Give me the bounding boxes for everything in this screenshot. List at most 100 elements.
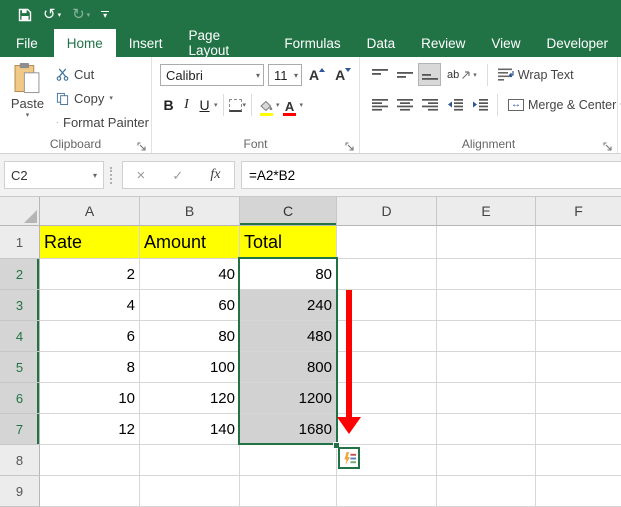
cell-E1[interactable] xyxy=(437,226,536,259)
decrease-font-size-button[interactable]: A xyxy=(332,67,354,83)
fill-color-dropdown-icon[interactable]: ▾ xyxy=(276,101,280,109)
cell-F3[interactable] xyxy=(536,290,621,321)
format-painter-button[interactable]: Format Painter xyxy=(53,110,149,134)
cell-B4[interactable]: 80 xyxy=(140,321,240,352)
cell-E2[interactable] xyxy=(437,259,536,290)
column-header-C[interactable]: C xyxy=(240,197,337,226)
cell-E5[interactable] xyxy=(437,352,536,383)
cell-E8[interactable] xyxy=(437,445,536,476)
cell-A4[interactable]: 6 xyxy=(40,321,140,352)
italic-button[interactable]: I xyxy=(178,94,195,116)
tab-insert[interactable]: Insert xyxy=(116,29,176,57)
cell-A5[interactable]: 8 xyxy=(40,352,140,383)
borders-dropdown-icon[interactable]: ▾ xyxy=(243,101,247,109)
cell-B1[interactable]: Amount xyxy=(140,226,240,259)
font-name-combobox[interactable]: Calibri ▾ xyxy=(160,64,264,86)
cell-F1[interactable] xyxy=(536,226,621,259)
cell-B9[interactable] xyxy=(140,476,240,507)
column-header-D[interactable]: D xyxy=(337,197,437,226)
paste-button[interactable]: Paste ▾ xyxy=(5,61,50,135)
increase-indent-button[interactable] xyxy=(468,93,491,116)
orientation-button[interactable]: ab ▾ xyxy=(443,63,481,86)
cell-D3[interactable] xyxy=(337,290,437,321)
undo-dropdown-icon[interactable]: ▾ xyxy=(58,11,62,19)
cell-F2[interactable] xyxy=(536,259,621,290)
tab-view[interactable]: View xyxy=(478,29,533,57)
save-button[interactable] xyxy=(18,8,32,22)
font-color-dropdown-icon[interactable]: ▾ xyxy=(300,101,304,109)
cell-D4[interactable] xyxy=(337,321,437,352)
name-box-dropdown-icon[interactable]: ▾ xyxy=(93,171,97,180)
cell-D5[interactable] xyxy=(337,352,437,383)
cell-A3[interactable]: 4 xyxy=(40,290,140,321)
insert-function-button[interactable]: fx xyxy=(210,168,220,182)
font-size-dropdown-icon[interactable]: ▾ xyxy=(294,71,298,80)
decrease-indent-button[interactable] xyxy=(443,93,466,116)
tab-review[interactable]: Review xyxy=(408,29,478,57)
tab-home[interactable]: Home xyxy=(53,29,116,57)
customize-quick-access-toolbar-button[interactable]: ▾ xyxy=(101,10,110,19)
font-color-button[interactable]: A xyxy=(281,94,299,116)
cell-C3[interactable]: 240 xyxy=(240,290,337,321)
cancel-button[interactable]: × xyxy=(137,168,146,183)
cell-E9[interactable] xyxy=(437,476,536,507)
cell-E3[interactable] xyxy=(437,290,536,321)
copy-dropdown-icon[interactable]: ▾ xyxy=(109,94,113,102)
cell-C1[interactable]: Total xyxy=(240,226,337,259)
cell-C2[interactable]: 80 xyxy=(240,259,337,290)
borders-button[interactable] xyxy=(228,98,242,112)
align-right-button[interactable] xyxy=(418,93,441,116)
row-header-8[interactable]: 8 xyxy=(0,445,40,476)
cell-B6[interactable]: 120 xyxy=(140,383,240,414)
cell-C5[interactable]: 800 xyxy=(240,352,337,383)
cell-A8[interactable] xyxy=(40,445,140,476)
cell-B3[interactable]: 60 xyxy=(140,290,240,321)
font-name-dropdown-icon[interactable]: ▾ xyxy=(256,71,260,80)
row-header-6[interactable]: 6 xyxy=(0,383,40,414)
column-header-B[interactable]: B xyxy=(140,197,240,226)
bold-button[interactable]: B xyxy=(160,94,177,116)
tab-formulas[interactable]: Formulas xyxy=(271,29,353,57)
cell-A9[interactable] xyxy=(40,476,140,507)
cell-D7[interactable] xyxy=(337,414,437,445)
cell-A6[interactable]: 10 xyxy=(40,383,140,414)
cell-C4[interactable]: 480 xyxy=(240,321,337,352)
top-align-button[interactable] xyxy=(368,63,391,86)
increase-font-size-button[interactable]: A xyxy=(306,67,328,83)
cell-E4[interactable] xyxy=(437,321,536,352)
merge-and-center-button[interactable]: ↔ Merge & Center ▾ xyxy=(508,98,621,112)
cell-F5[interactable] xyxy=(536,352,621,383)
cell-B8[interactable] xyxy=(140,445,240,476)
orientation-dropdown-icon[interactable]: ▾ xyxy=(473,71,477,79)
font-size-combobox[interactable]: 11 ▾ xyxy=(268,64,302,86)
row-header-3[interactable]: 3 xyxy=(0,290,40,321)
row-header-7[interactable]: 7 xyxy=(0,414,40,445)
formula-input[interactable]: =A2*B2 xyxy=(241,161,621,189)
cell-F4[interactable] xyxy=(536,321,621,352)
underline-button[interactable]: U xyxy=(196,94,213,116)
cell-E6[interactable] xyxy=(437,383,536,414)
cell-C7[interactable]: 1680 xyxy=(240,414,337,445)
cell-A2[interactable]: 2 xyxy=(40,259,140,290)
cell-D2[interactable] xyxy=(337,259,437,290)
cell-F9[interactable] xyxy=(536,476,621,507)
cell-A1[interactable]: Rate xyxy=(40,226,140,259)
wrap-text-button[interactable]: Wrap Text xyxy=(497,68,574,82)
cell-B2[interactable]: 40 xyxy=(140,259,240,290)
column-header-E[interactable]: E xyxy=(437,197,536,226)
row-header-4[interactable]: 4 xyxy=(0,321,40,352)
align-left-button[interactable] xyxy=(368,93,391,116)
tab-data[interactable]: Data xyxy=(354,29,409,57)
copy-button[interactable]: Copy ▾ xyxy=(53,86,149,110)
enter-button[interactable]: ✓ xyxy=(172,169,183,182)
undo-button[interactable]: ↺ ▾ xyxy=(43,7,61,22)
cut-button[interactable]: Cut xyxy=(53,62,149,86)
cell-D9[interactable] xyxy=(337,476,437,507)
middle-align-button[interactable] xyxy=(393,63,416,86)
name-box[interactable]: C2 ▾ xyxy=(4,161,104,189)
quick-analysis-button[interactable] xyxy=(338,447,360,469)
cell-F8[interactable] xyxy=(536,445,621,476)
tab-page-layout[interactable]: Page Layout xyxy=(176,28,272,58)
column-header-A[interactable]: A xyxy=(40,197,140,226)
cell-C8[interactable] xyxy=(240,445,337,476)
